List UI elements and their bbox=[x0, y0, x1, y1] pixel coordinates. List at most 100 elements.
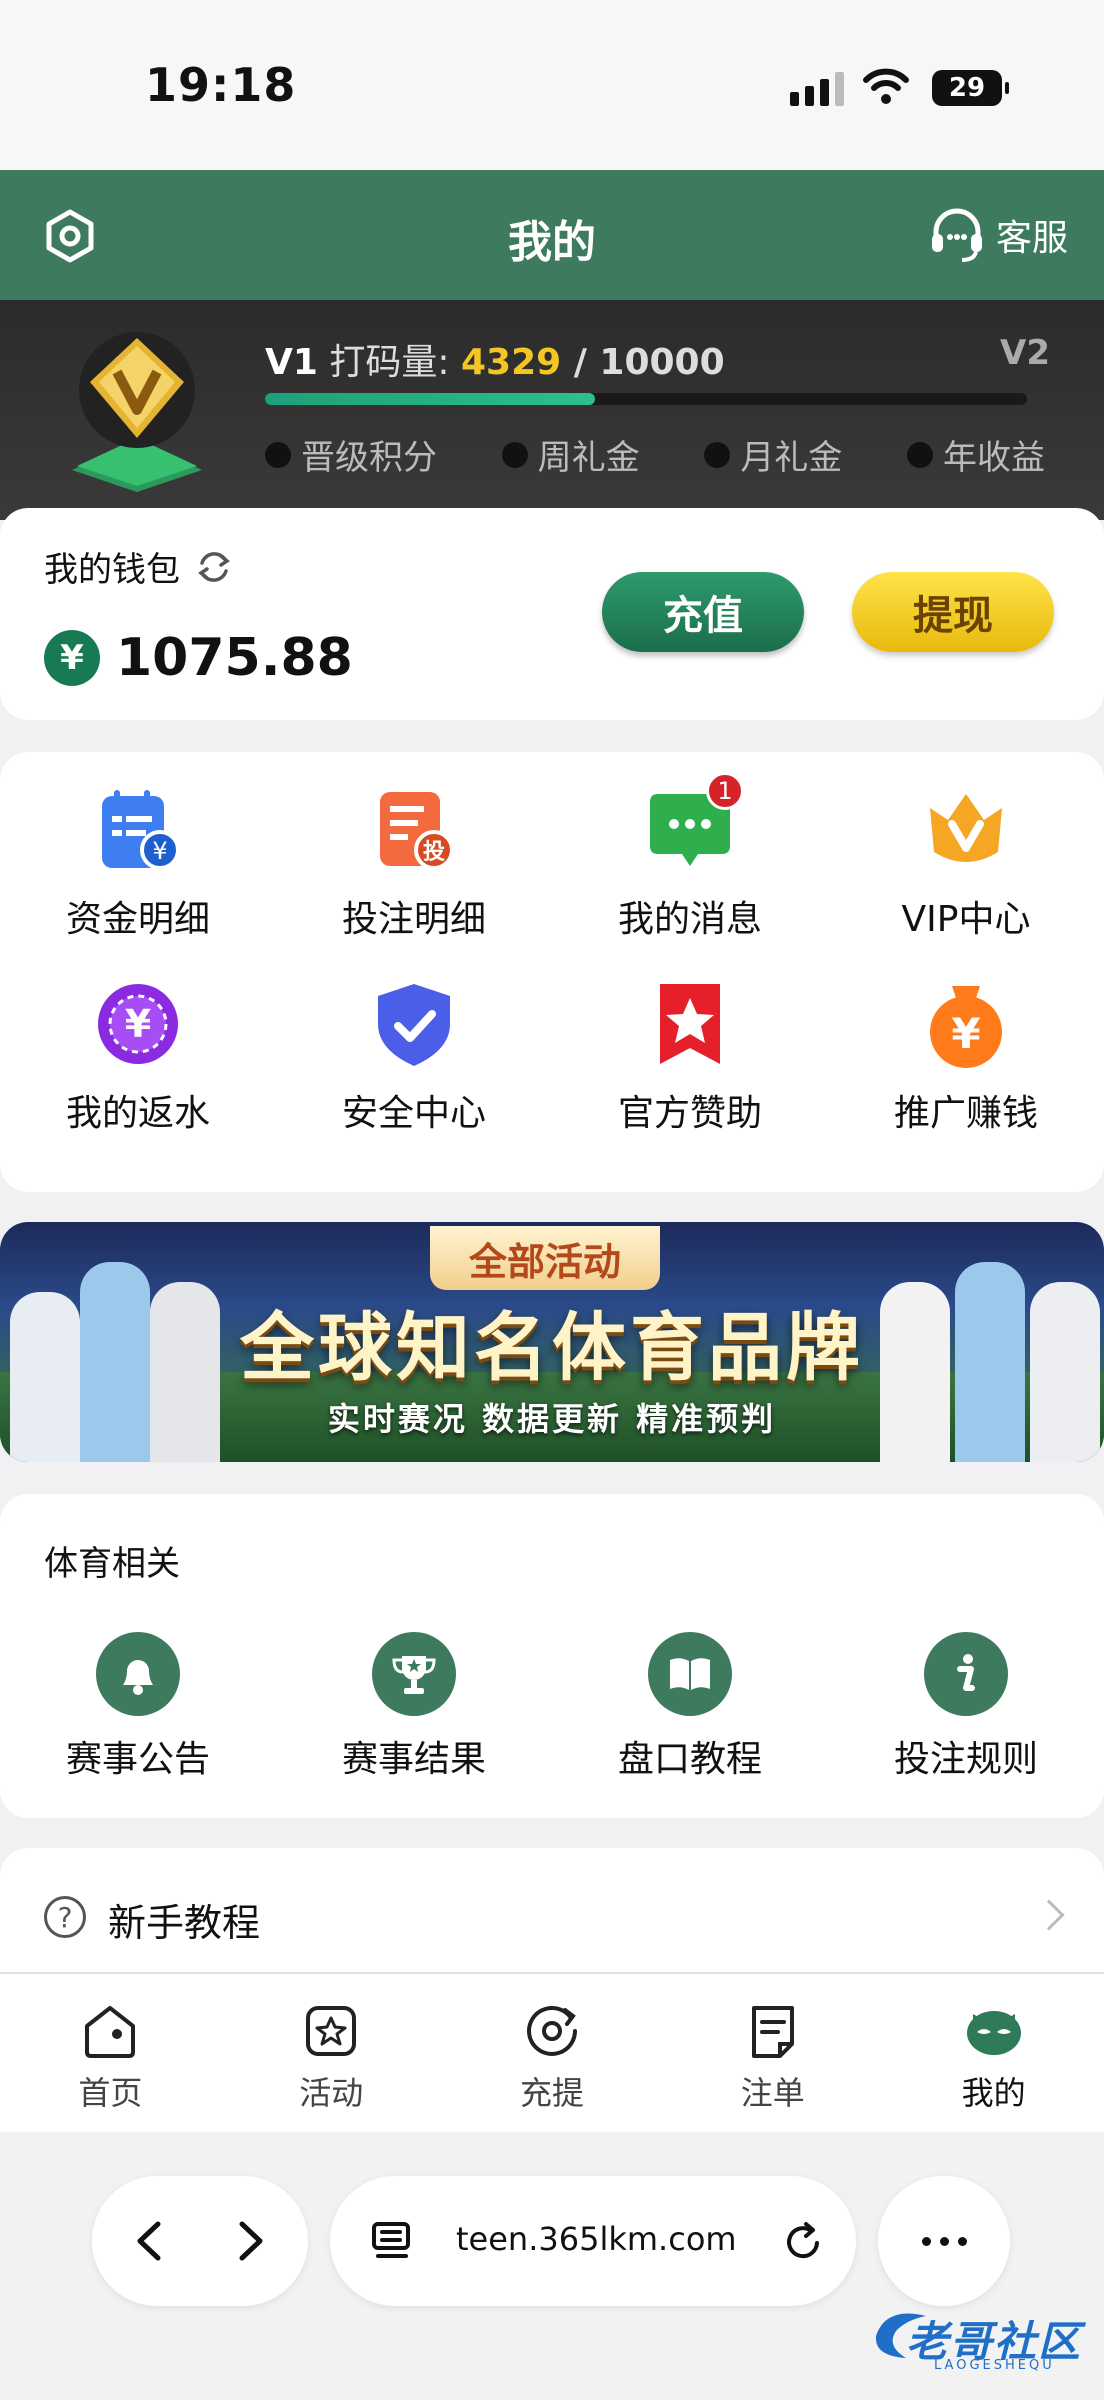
tab-activity[interactable]: 活动 bbox=[221, 1974, 442, 2132]
perk-label: 年收益 bbox=[942, 438, 1045, 478]
vip-perks: 晋级积分 周礼金 月礼金 年收益 bbox=[265, 430, 1045, 479]
tab-label: 我的 bbox=[961, 2074, 1026, 2112]
currency-coin-icon: ¥ bbox=[44, 630, 100, 686]
headset-icon bbox=[931, 208, 982, 262]
rebate-icon: ¥ bbox=[98, 984, 178, 1064]
grid-item-bet-details[interactable]: 投 投注明细 bbox=[276, 782, 552, 942]
sports-item-label: 赛事结果 bbox=[341, 1739, 486, 1780]
vip-current-value: 4329 bbox=[460, 342, 562, 383]
cellular-signal-icon bbox=[790, 72, 844, 106]
vip-progress-text: V1 打码量: 4329 / 10000 bbox=[265, 333, 725, 385]
back-arrow-icon[interactable] bbox=[126, 2216, 176, 2266]
tab-home[interactable]: 首页 bbox=[0, 1974, 221, 2132]
unread-badge: 1 bbox=[706, 772, 744, 810]
wallet-header: 我的钱包 bbox=[44, 542, 234, 591]
perk-label: 月礼金 bbox=[740, 438, 843, 478]
grid-item-label: 官方赞助 bbox=[617, 1093, 762, 1134]
status-bar: 19:18 29 bbox=[0, 0, 1104, 170]
tab-label: 充提 bbox=[519, 2074, 584, 2112]
vip-progress-label: 打码量: bbox=[329, 342, 450, 383]
perk-item: 年收益 bbox=[906, 430, 1045, 479]
grid-item-label: 我的消息 bbox=[617, 899, 762, 940]
banner-tag: 全部活动 bbox=[430, 1226, 660, 1290]
function-grid: ¥ 资金明细 投 投注明细 1 我的消息 VIP中心 ¥ 我的返水 安全中心 官… bbox=[0, 772, 1104, 1136]
sports-section-title: 体育相关 bbox=[44, 1544, 180, 1584]
fund-details-icon: ¥ bbox=[102, 790, 180, 870]
grid-item-label: VIP中心 bbox=[901, 899, 1031, 940]
sports-item-label: 赛事公告 bbox=[65, 1739, 210, 1780]
book-icon bbox=[648, 1632, 732, 1716]
messages-icon-wrap: 1 bbox=[642, 772, 744, 878]
watermark-logo: 老哥社区 LAOGESHEQU bbox=[866, 2300, 1092, 2380]
sports-item-tutorial[interactable]: 盘口教程 bbox=[552, 1632, 828, 1782]
sponsor-star-icon bbox=[660, 984, 720, 1064]
refresh-icon[interactable] bbox=[194, 547, 234, 587]
grid-item-rebate[interactable]: ¥ 我的返水 bbox=[0, 976, 276, 1136]
perk-label: 晋级积分 bbox=[301, 438, 437, 478]
grid-item-security[interactable]: 安全中心 bbox=[276, 976, 552, 1136]
perk-dot-icon bbox=[265, 441, 291, 468]
bell-icon bbox=[96, 1632, 180, 1716]
customer-service-label: 客服 bbox=[995, 218, 1068, 259]
battery-indicator: 29 bbox=[932, 70, 1009, 106]
svg-text:¥: ¥ bbox=[152, 837, 167, 865]
sports-item-announcement[interactable]: 赛事公告 bbox=[0, 1632, 276, 1782]
address-bar[interactable]: teen.365lkm.com bbox=[330, 2176, 856, 2306]
vip-target-value: 10000 bbox=[599, 342, 725, 383]
tab-label: 首页 bbox=[78, 2074, 143, 2112]
vip-progress-bar bbox=[265, 393, 1027, 405]
beginner-tutorial-row[interactable]: ? 新手教程 bbox=[0, 1848, 1104, 1972]
tab-deposit-withdraw[interactable]: 充提 bbox=[442, 1974, 663, 2132]
withdraw-button[interactable]: 提现 bbox=[852, 572, 1054, 652]
customer-service-button[interactable]: 客服 bbox=[926, 204, 1068, 266]
vip-crown-icon bbox=[930, 794, 1002, 862]
svg-text:¥: ¥ bbox=[951, 1009, 980, 1058]
trophy-icon bbox=[372, 1632, 456, 1716]
chevron-right-icon bbox=[1033, 1899, 1065, 1931]
sports-item-rules[interactable]: 投注规则 bbox=[828, 1632, 1104, 1782]
wallet-balance: ¥ 1075.88 bbox=[44, 628, 353, 688]
more-options-button[interactable] bbox=[878, 2176, 1010, 2306]
forward-arrow-icon[interactable] bbox=[224, 2216, 274, 2266]
grid-item-vip-center[interactable]: VIP中心 bbox=[828, 782, 1104, 942]
perk-dot-icon bbox=[704, 441, 731, 468]
sports-grid: 赛事公告 赛事结果 盘口教程 投注规则 bbox=[0, 1632, 1104, 1782]
tab-label: 注单 bbox=[740, 2074, 805, 2112]
promo-banner[interactable]: 全部活动 全球知名体育品牌 实时赛况 数据更新 精准预判 bbox=[0, 1222, 1104, 1462]
grid-item-fund-details[interactable]: ¥ 资金明细 bbox=[0, 782, 276, 942]
grid-item-messages[interactable]: 1 我的消息 bbox=[552, 772, 828, 942]
wallet-card: 我的钱包 ¥ 1075.88 充值 提现 bbox=[0, 508, 1104, 720]
watermark-subtext: LAOGESHEQU bbox=[934, 2358, 1055, 2373]
bet-slip-icon bbox=[751, 2006, 794, 2058]
help-question-icon: ? bbox=[44, 1896, 86, 1938]
perk-dot-icon bbox=[501, 441, 528, 468]
profile-icon bbox=[966, 2011, 1021, 2055]
grid-item-label: 安全中心 bbox=[341, 1093, 486, 1134]
more-dot-icon bbox=[939, 2236, 949, 2246]
grid-item-sponsor[interactable]: 官方赞助 bbox=[552, 976, 828, 1136]
grid-item-promote[interactable]: ¥ 推广赚钱 bbox=[828, 976, 1104, 1136]
bet-details-icon: 投 bbox=[380, 792, 454, 870]
perk-item: 月礼金 bbox=[704, 430, 842, 479]
promote-earn-icon: ¥ bbox=[930, 986, 1002, 1068]
tab-bet-slip[interactable]: 注单 bbox=[662, 1974, 883, 2132]
sports-card: 体育相关 赛事公告 赛事结果 盘口教程 投注规则 bbox=[0, 1494, 1104, 1818]
sports-item-label: 投注规则 bbox=[893, 1739, 1038, 1780]
vip-progress-fill bbox=[265, 393, 595, 405]
svg-text:投: 投 bbox=[423, 840, 445, 865]
vip-next-level: V2 bbox=[1000, 333, 1050, 373]
deposit-button[interactable]: 充值 bbox=[602, 572, 804, 652]
tutorial-label: 新手教程 bbox=[108, 1901, 261, 1945]
reload-icon[interactable] bbox=[780, 2220, 826, 2266]
tabs-list-icon[interactable] bbox=[370, 2220, 414, 2264]
perk-dot-icon bbox=[906, 441, 933, 468]
sports-item-results[interactable]: 赛事结果 bbox=[276, 1632, 552, 1782]
tab-profile[interactable]: 我的 bbox=[883, 1974, 1104, 2132]
more-dot-icon bbox=[921, 2236, 931, 2246]
browser-nav-pill bbox=[92, 2176, 308, 2306]
perk-label: 周礼金 bbox=[537, 438, 640, 478]
balance-value: 1075.88 bbox=[116, 628, 353, 688]
vip-progress-panel[interactable]: V1 打码量: 4329 / 10000 V2 晋级积分 周礼金 月礼金 年收益 bbox=[0, 300, 1104, 520]
bottom-tab-bar: 首页 活动 充提 注单 我的 bbox=[0, 1972, 1104, 2132]
wifi-icon bbox=[863, 68, 909, 104]
